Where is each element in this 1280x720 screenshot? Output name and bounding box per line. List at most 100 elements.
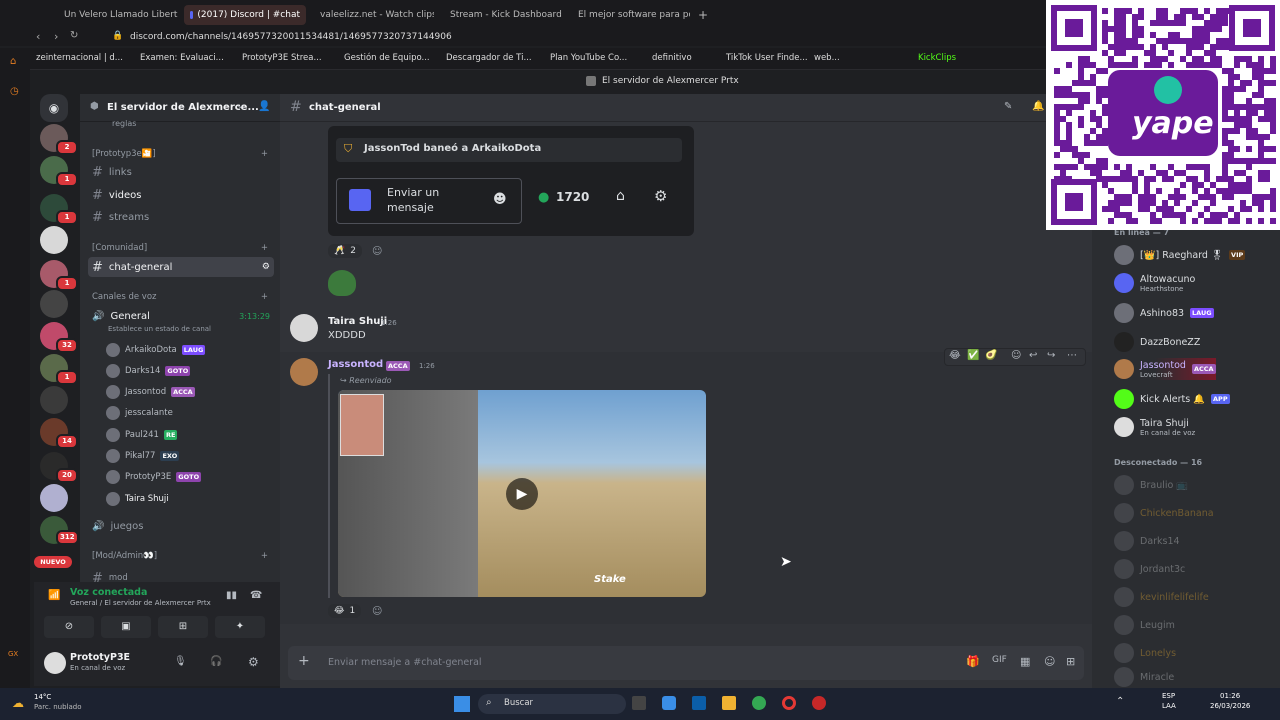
channel-reglas[interactable]: reglas [88,118,274,128]
chrome-icon[interactable] [752,696,766,710]
tab-kick-clips[interactable]: valeelizz.net - Watch clips o [310,5,434,25]
weather-temp[interactable]: 14°C [34,693,51,701]
bookmark[interactable]: KickClips [918,53,956,63]
member-item[interactable]: Altowacuno Hearthstone [1114,272,1195,294]
server-icon[interactable] [40,386,68,414]
voice-user[interactable]: Paul241 RE [106,425,178,445]
video-attachment[interactable]: ▶ Stake [338,390,706,597]
image-attachment[interactable]: ⛉ JassonTod baneó a ArkaikoDota Enviar u… [328,126,694,236]
member-item[interactable]: ChickenBanana [1114,502,1214,524]
message-author[interactable]: Jassontod [328,359,383,370]
member-item[interactable]: Ashino83 LAUG [1114,302,1214,324]
server-icon[interactable] [40,484,68,512]
channel-status[interactable]: Establece un estado de canal [108,325,211,333]
send-message-button[interactable]: Enviar un mensaje ☻ [336,178,522,224]
voice-user[interactable]: Pikal77 EXO [106,446,180,466]
bookmark[interactable]: Examen: Evaluaci... [140,53,224,63]
gear-icon[interactable]: ⚙ [262,262,270,272]
tab-software[interactable]: El mejor software para po [568,5,690,25]
channel-links[interactable]: # links [88,162,274,182]
tray-chevron-icon[interactable]: ⌃ [1116,696,1124,707]
channel-videos[interactable]: # videos [88,185,274,205]
member-item[interactable]: Darks14 [1114,530,1180,552]
task-view-icon[interactable] [632,696,646,710]
category-mod[interactable]: [Mod/Admin👀] + [88,546,274,566]
message-author[interactable]: Taira Shuji [328,316,387,327]
add-channel-icon[interactable]: + [261,292,268,302]
bookmark[interactable]: web... [814,53,840,63]
member-item[interactable]: Kick Alerts 🔔 APP [1114,388,1230,410]
username[interactable]: PrototyP3E [70,652,130,663]
disconnect-icon[interactable]: ☎ [250,590,262,601]
weather-desc[interactable]: Parc. nublado [34,703,82,711]
reaction-icon[interactable]: 🥑 [985,350,997,361]
windows-start-icon[interactable] [454,696,470,712]
voice-channel-juegos[interactable]: 🔊 juegos [88,516,274,536]
reply-icon[interactable]: ↩ [1029,350,1037,361]
member-item[interactable]: Taira Shuji En canal de voz [1114,416,1195,438]
discord-home-icon[interactable]: ◉ [40,94,68,122]
member-item[interactable]: Jordant3c [1114,558,1185,580]
category-prototype[interactable]: [Prototyp3e🎦] + [88,144,274,164]
category-voice[interactable]: Canales de voz + [88,287,274,307]
member-item[interactable]: Leugim [1114,614,1175,636]
emoji-icon[interactable]: ☺ [1044,655,1055,668]
voice-user[interactable]: Jassontod ACCA [106,382,195,402]
avatar[interactable] [290,358,318,386]
soundboard-button[interactable]: ✦ [215,616,265,638]
bookmark[interactable]: zeinternacional | d... [36,53,123,63]
bookmark[interactable]: Gestión de Equipo... [344,53,430,63]
add-channel-icon[interactable]: + [261,243,268,253]
language[interactable]: ESP [1162,692,1175,700]
headphones-icon[interactable]: 🎧 [210,656,222,667]
gx-taskbar-icon[interactable] [812,696,826,710]
tab-youtube[interactable]: Un Velero Llamado Liberta [54,5,178,25]
bell-icon[interactable]: 🔔 [1032,101,1044,112]
gear-icon[interactable]: ⚙ [248,655,259,669]
apps-icon[interactable]: ⊞ [1066,655,1075,668]
add-channel-icon[interactable]: + [261,149,268,159]
new-badge[interactable]: NUEVO [34,556,72,568]
new-tab-button[interactable]: + [692,5,710,25]
reaction-icon[interactable]: 😂 [949,350,961,361]
add-reaction-icon[interactable]: ☺ [372,246,382,257]
gift-icon[interactable]: 🎁 [966,655,980,668]
forward-icon[interactable]: ↪ [1047,350,1055,361]
screen-share-button[interactable]: ▣ [101,616,151,638]
bookmark[interactable]: definitivo [652,53,692,63]
search-box[interactable]: ⌕ Buscar [478,694,626,714]
tab-discord[interactable]: (2017) Discord | #chat [184,5,306,25]
voice-channel-general[interactable]: 🔊 General 3:13:29 [88,306,274,326]
member-item[interactable]: Lonelys [1114,642,1176,664]
more-icon[interactable]: ⋯ [1067,350,1077,361]
check-icon[interactable]: ✅ [967,350,979,361]
add-channel-icon[interactable]: + [261,551,268,561]
bookmark[interactable]: Descargador de Ti... [446,53,532,63]
member-item[interactable]: Miracle [1114,666,1174,688]
category-comunidad[interactable]: [Comunidad] + [88,238,274,258]
reload-icon[interactable]: ↻ [70,30,78,41]
add-reaction-icon[interactable]: ☺ [1011,350,1021,361]
add-reaction-icon[interactable]: ☺ [372,606,382,617]
back-icon[interactable]: ‹ [36,30,40,43]
add-attachment-icon[interactable]: + [298,653,310,669]
bookmark[interactable]: PrototyP3E Strea... [242,53,322,63]
gx-icon[interactable]: ⌂ [10,56,16,67]
gif-icon[interactable]: GIF [992,655,1007,665]
member-item[interactable]: Jassontod Lovecraft ACCA [1114,358,1216,380]
microphone-icon[interactable]: 🎙 [174,656,187,667]
member-item[interactable]: [👑] Raeghard 🎖 VIP [1114,244,1246,266]
forward-icon[interactable]: › [54,30,58,43]
clock-icon[interactable]: ◷ [10,86,19,97]
add-member-icon[interactable]: 👤 [258,101,270,112]
reaction[interactable]: 😂 1 [328,604,362,618]
voice-user[interactable]: Darks14 GOTO [106,361,191,381]
folder-icon[interactable] [722,696,736,710]
voice-user[interactable]: PrototyP3E GOTO [106,467,202,487]
voice-user[interactable]: jesscalante [106,403,173,423]
avatar[interactable] [44,652,66,674]
noise-suppression-icon[interactable]: ▮▮ [226,590,237,601]
activities-button[interactable]: ⊞ [158,616,208,638]
voice-status[interactable]: Voz conectada [70,587,147,598]
store-icon[interactable] [692,696,706,710]
